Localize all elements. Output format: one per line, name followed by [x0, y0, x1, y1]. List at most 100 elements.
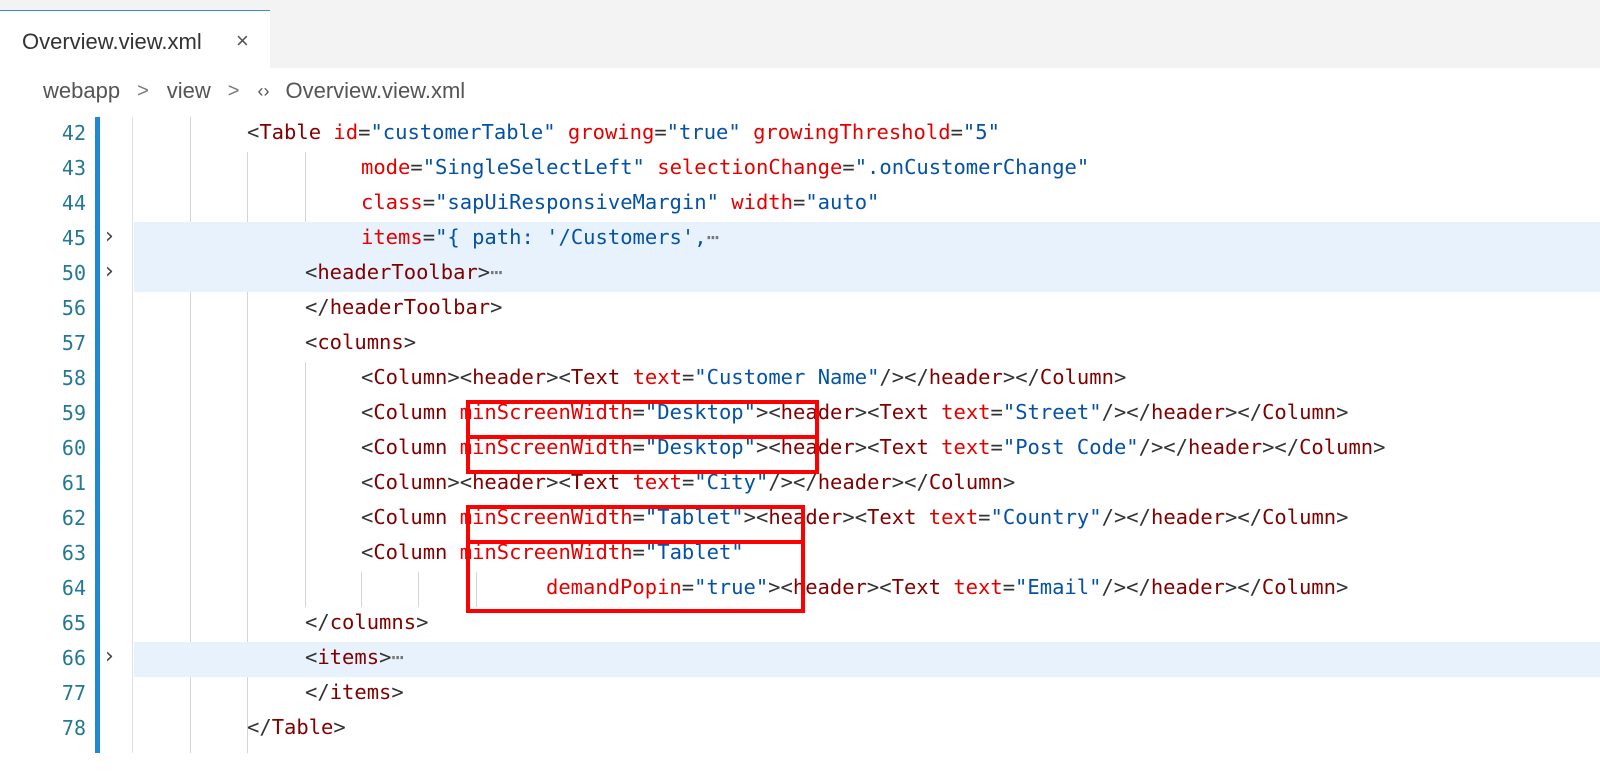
line-number: 78: [61, 716, 86, 740]
code-token: ></: [1224, 575, 1262, 599]
breadcrumb-item-webapp[interactable]: webapp: [43, 78, 120, 104]
line-number: 63: [61, 541, 86, 565]
code-token: Text: [879, 400, 929, 424]
code-token: >: [379, 645, 392, 669]
tab-bar: Overview.view.xml ×: [0, 0, 1600, 68]
code-token: Text: [879, 435, 929, 459]
fold-chevron-icon[interactable]: ›: [105, 224, 114, 249]
chevron-right-icon: >: [227, 79, 240, 102]
code-token: text: [941, 435, 991, 459]
code-token: "customerTable": [370, 120, 556, 144]
code-line[interactable]: 43 mode="SingleSelectLeft" selectionChang…: [0, 152, 1600, 187]
line-number: 56: [61, 296, 86, 320]
code-token: =: [422, 190, 436, 214]
code-line[interactable]: 57 <columns>: [0, 327, 1600, 362]
code-token: columns: [329, 610, 417, 634]
code-token: headerToolbar: [317, 260, 478, 284]
code-token: selectionChange: [657, 155, 843, 179]
code-token: <: [361, 470, 374, 494]
code-token: =: [681, 365, 695, 389]
breadcrumb-item-view[interactable]: view: [167, 78, 211, 104]
code-token: items: [361, 225, 423, 249]
code-token: <: [361, 400, 374, 424]
code-line[interactable]: 66 › <items>⋯: [0, 642, 1600, 677]
line-number: 65: [61, 611, 86, 635]
code-line[interactable]: 58 <Column><header><Text text="Customer N…: [0, 362, 1600, 397]
line-number: 45: [61, 226, 86, 250]
tab-label: Overview.view.xml: [22, 29, 202, 54]
code-token: ></: [1225, 505, 1263, 529]
code-token: >: [477, 260, 491, 284]
line-number: 61: [61, 471, 86, 495]
code-text: mode="SingleSelectLeft" selectionChange=…: [361, 155, 1089, 179]
code-token: </: [305, 610, 330, 634]
code-line[interactable]: 50 › <headerToolbar>⋯: [0, 257, 1600, 292]
code-token: ></: [1002, 365, 1040, 389]
code-token: text: [928, 505, 979, 529]
line-number: 58: [61, 366, 86, 390]
code-line[interactable]: 78 </Table>: [0, 712, 1600, 747]
code-token: Text: [867, 505, 917, 529]
code-token: Table: [271, 715, 334, 739]
code-token: =: [978, 505, 991, 529]
code-token: class: [361, 190, 423, 214]
code-line[interactable]: 45 › items="{ path: '/Customers',⋯: [0, 222, 1600, 257]
code-line[interactable]: 42 <Table id="customerTable" growing="tru…: [0, 117, 1600, 152]
code-line[interactable]: 77 </items>: [0, 677, 1600, 712]
folded-ellipsis-icon[interactable]: ⋯: [490, 260, 502, 284]
code-token: <: [361, 540, 374, 564]
code-token: </: [305, 295, 330, 319]
code-token: =: [842, 155, 855, 179]
code-token: <: [305, 260, 318, 284]
code-token: Column: [373, 540, 448, 564]
code-text: <items>⋯: [305, 645, 404, 669]
highlight-box: [466, 435, 819, 474]
code-token: <: [305, 645, 318, 669]
code-token: ></: [1262, 435, 1300, 459]
folded-ellipsis-icon[interactable]: ⋯: [391, 645, 403, 669]
breadcrumb-item-file[interactable]: Overview.view.xml: [285, 78, 465, 104]
code-token: growingThreshold: [753, 120, 951, 144]
code-token: =: [990, 400, 1003, 424]
code-line[interactable]: 56 </headerToolbar>: [0, 292, 1600, 327]
chevron-right-icon: >: [137, 79, 149, 102]
code-text: <Column><header><Text text="Customer Nam…: [361, 365, 1126, 389]
close-icon[interactable]: ×: [236, 28, 249, 54]
code-token: ><: [866, 575, 892, 599]
tab-overview-view-xml[interactable]: Overview.view.xml ×: [0, 10, 270, 68]
code-token: header: [1188, 435, 1263, 459]
code-token: >: [1113, 365, 1127, 389]
code-token: <: [305, 330, 318, 354]
code-token: =: [654, 120, 667, 144]
line-number: 43: [61, 156, 86, 180]
code-token: /></: [1138, 435, 1188, 459]
code-text: <columns>: [305, 330, 416, 354]
line-number: 42: [61, 121, 86, 145]
code-token: =: [1002, 575, 1016, 599]
code-token: Column: [373, 400, 448, 424]
code-line[interactable]: 44 class="sapUiResponsiveMargin" width="a…: [0, 187, 1600, 222]
code-token: "auto": [805, 190, 880, 214]
line-number: 60: [61, 436, 86, 460]
fold-chevron-icon[interactable]: ›: [105, 259, 114, 284]
line-number: 59: [61, 401, 86, 425]
folded-ellipsis-icon[interactable]: ⋯: [707, 225, 719, 249]
code-text: <headerToolbar>⋯: [305, 260, 502, 284]
fold-chevron-icon[interactable]: ›: [105, 644, 114, 669]
code-token: >: [391, 680, 404, 704]
code-token: =: [422, 225, 436, 249]
line-number: 62: [61, 506, 86, 530]
code-text: </Table>: [247, 715, 346, 739]
code-token: "SingleSelectLeft": [422, 155, 645, 179]
line-number: 50: [61, 261, 86, 285]
code-token: <: [361, 365, 374, 389]
breadcrumb: webapp > view > ‹› Overview.view.xml: [43, 76, 465, 106]
code-token: <: [247, 120, 260, 144]
code-token: "Street": [1002, 400, 1102, 424]
code-editor[interactable]: 42 <Table id="customerTable" growing="tru…: [0, 117, 1600, 778]
code-token: Column: [1261, 575, 1336, 599]
